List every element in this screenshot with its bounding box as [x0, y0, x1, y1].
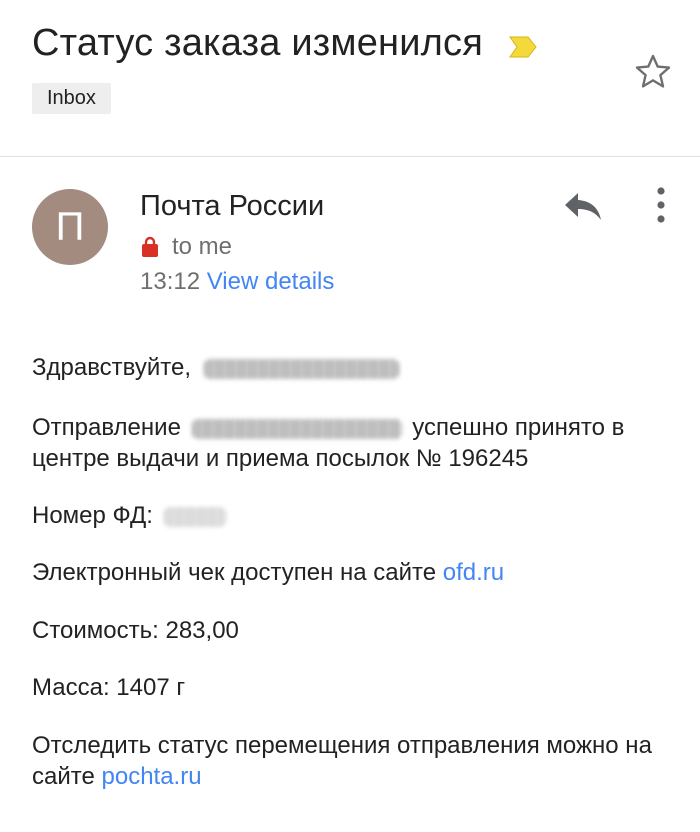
- receipt-paragraph: Электронный чек доступен на сайте ofd.ru: [32, 557, 672, 588]
- tracking-paragraph: Отследить статус перемещения отправления…: [32, 730, 672, 792]
- message-time: 13:12: [140, 268, 201, 295]
- shipment-prefix: Отправление: [32, 414, 181, 441]
- view-details-link[interactable]: View details: [207, 268, 335, 295]
- greeting-text: Здравствуйте,: [32, 354, 192, 381]
- avatar[interactable]: П: [32, 189, 108, 265]
- redacted-tracking-number: [191, 418, 402, 439]
- greeting-paragraph: Здравствуйте,: [32, 352, 672, 383]
- pochta-link[interactable]: pochta.ru: [102, 763, 202, 790]
- cost-paragraph: Стоимость: 283,00: [32, 617, 239, 644]
- recipient-label: to me: [172, 233, 233, 260]
- meta-row: 13:12 View details: [140, 268, 334, 296]
- subject: Статус заказа изменился: [32, 22, 483, 64]
- ofd-link[interactable]: ofd.ru: [443, 559, 504, 586]
- reply-icon[interactable]: [562, 188, 604, 224]
- fd-label: Номер ФД:: [32, 502, 153, 529]
- sender-name: Почта России: [140, 190, 325, 222]
- fd-paragraph: Номер ФД:: [32, 500, 672, 531]
- lock-icon: [142, 236, 158, 257]
- label-chip-inbox[interactable]: Inbox: [32, 83, 111, 114]
- redacted-name: [203, 358, 399, 379]
- divider: [0, 156, 700, 157]
- more-vert-icon[interactable]: [650, 186, 672, 224]
- star-icon[interactable]: [633, 52, 673, 92]
- importance-marker-icon[interactable]: [508, 35, 538, 59]
- shipment-paragraph: Отправление успешно принято в центре выд…: [32, 412, 672, 474]
- recipient-row: to me: [140, 232, 232, 262]
- receipt-text: Электронный чек доступен на сайте: [32, 559, 437, 586]
- weight-paragraph: Масса: 1407 г: [32, 674, 186, 701]
- redacted-fd-number: [163, 506, 226, 527]
